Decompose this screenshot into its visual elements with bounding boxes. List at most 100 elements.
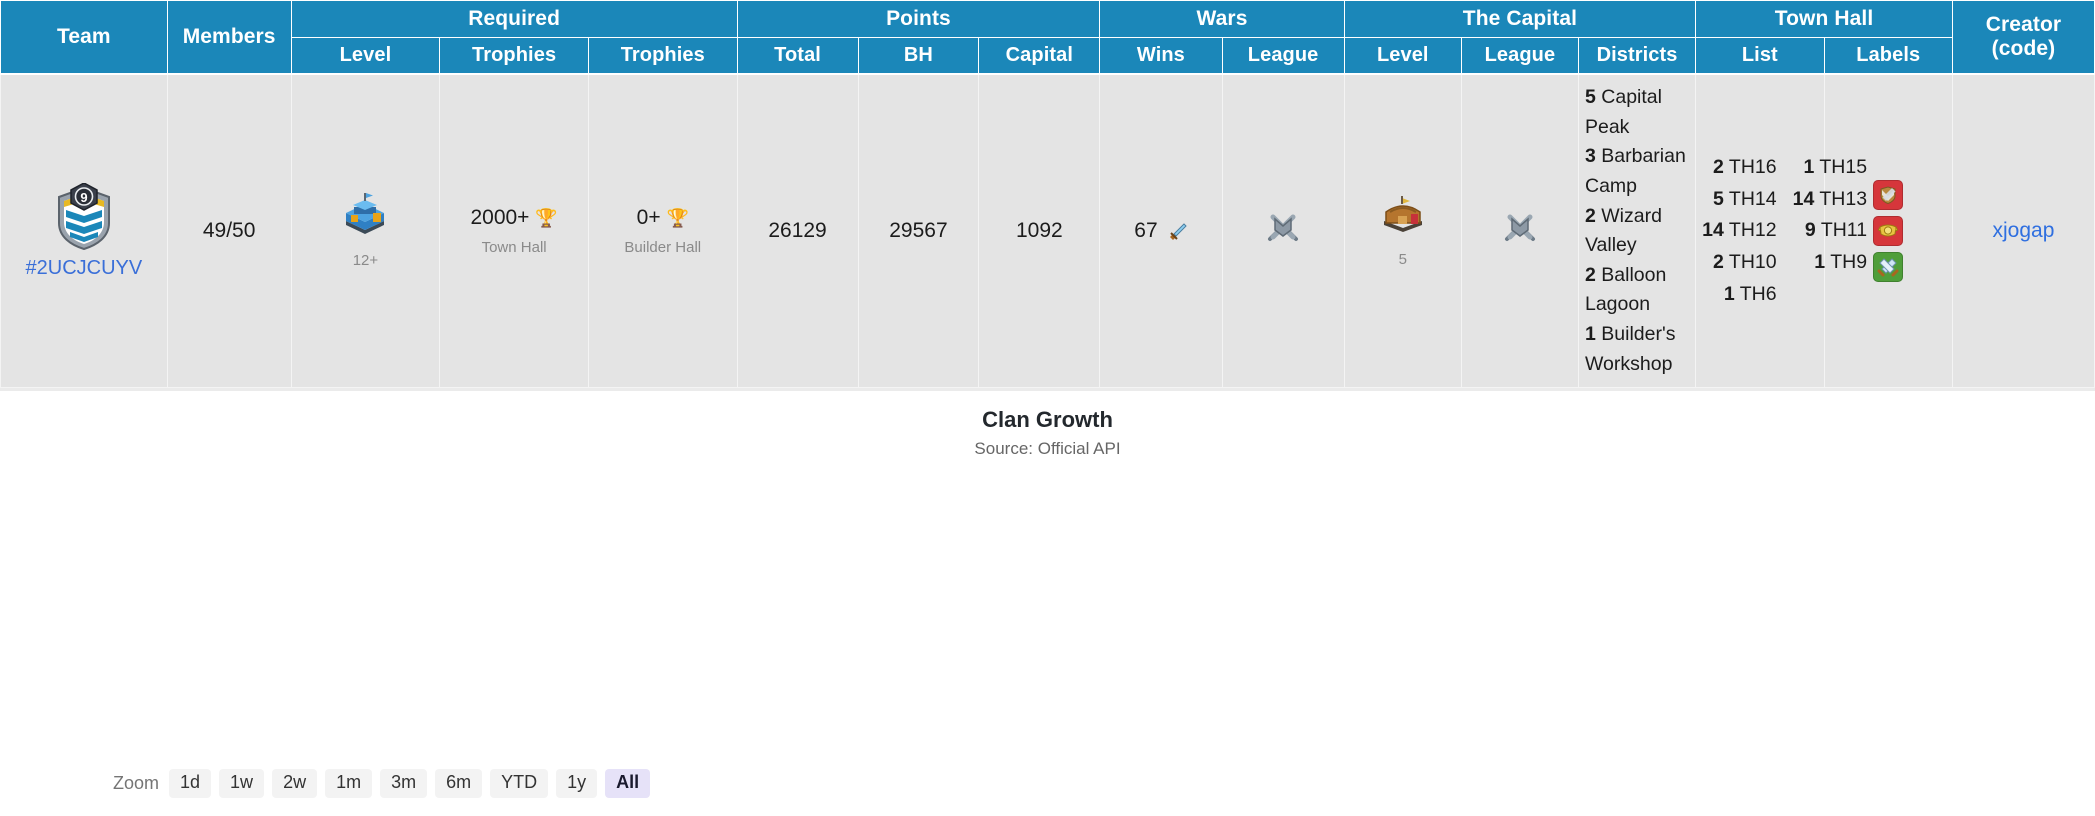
required-bh-trophies-number: 0+ (636, 205, 661, 229)
cell-points-total: 26129 (736, 73, 859, 389)
trophy-icon: 🏆 (535, 207, 558, 228)
column-header-creator[interactable]: Creator (code) (1951, 0, 2095, 75)
capital-hall-icon (1378, 192, 1428, 243)
townhall-level: TH14 (1728, 187, 1777, 210)
chart-subtitle: Source: Official API (974, 439, 1121, 459)
column-header-points-total[interactable]: Total (736, 37, 859, 75)
cell-capital-districts: 5 Capital Peak 3 Barbarian Camp 2 Wizard… (1577, 73, 1697, 389)
cell-wars-wins: 67 (1099, 73, 1223, 389)
required-trophies-number: 2000+ (470, 205, 530, 229)
page-root: Team Members Required Points Wars The Ca… (0, 0, 2095, 816)
column-header-townhall-list[interactable]: List (1695, 37, 1825, 75)
townhall-count: 2 (1712, 250, 1724, 273)
trophy-pushing-label-icon[interactable] (1873, 216, 1904, 247)
district-count: 2 (1584, 204, 1596, 227)
creator-code-link[interactable]: xjogap (1993, 219, 2055, 242)
townhall-level: TH15 (1819, 156, 1868, 179)
column-group-header-townhall: Town Hall (1695, 0, 1953, 38)
district-item: 2 Wizard Valley (1585, 202, 1689, 261)
cell-townhall-list: 2 TH16 1 TH15 5 TH14 14 TH13 14 TH12 9 T… (1695, 73, 1867, 389)
townhall-count: 1 (1814, 250, 1826, 273)
cell-required-trophies: 2000+ 🏆 Town Hall (439, 73, 589, 389)
war-league-unranked-icon (1261, 214, 1305, 255)
column-header-members[interactable]: Members (166, 0, 292, 75)
townhall-count: 9 (1804, 219, 1816, 242)
column-header-townhall-labels[interactable]: Labels (1823, 37, 1953, 75)
table-row[interactable]: 9 #2UCJCUYV 49/50 12+ 2000+ 🏆 Town Hall … (0, 73, 2095, 389)
townhall-count: 2 (1712, 156, 1724, 179)
cell-required-level: 12+ (290, 73, 441, 389)
townhall-count: 14 (1792, 187, 1815, 210)
townhall-item: 1 TH6 (1702, 280, 1777, 310)
townhall-count: 5 (1712, 187, 1724, 210)
townhall-level: TH13 (1819, 187, 1868, 210)
capital-league-unranked-icon (1498, 214, 1542, 255)
townhall-item: 14 TH13 (1793, 185, 1867, 215)
cell-wars-league (1221, 73, 1345, 389)
clan-growth-chart-panel: Clan Growth Source: Official API Zoom 1d… (0, 388, 2095, 816)
townhall-count: 1 (1803, 156, 1815, 179)
column-header-required-trophies[interactable]: Trophies (439, 37, 589, 75)
district-count: 3 (1584, 145, 1596, 168)
wars-wins-value: 67 (1134, 219, 1158, 243)
trophy-icon: 🏆 (666, 207, 689, 228)
townhall-level: TH11 (1820, 219, 1868, 242)
district-count: 2 (1584, 263, 1596, 286)
district-name: Balloon Lagoon (1584, 263, 1667, 316)
district-name: Wizard Valley (1584, 204, 1662, 257)
clan-war-league-label-icon[interactable] (1873, 252, 1904, 283)
townhall-item: 9 TH11 (1793, 216, 1867, 246)
district-item: 3 Barbarian Camp (1585, 142, 1689, 201)
townhall-level: TH12 (1728, 219, 1777, 242)
column-header-wars-league[interactable]: League (1221, 37, 1345, 75)
required-trophies-sublabel: Town Hall (481, 238, 547, 256)
townhall-item: 2 TH16 (1702, 153, 1777, 183)
column-header-points-capital[interactable]: Capital (978, 37, 1101, 75)
table-body: 9 #2UCJCUYV 49/50 12+ 2000+ 🏆 Town Hall … (0, 73, 2095, 389)
cell-capital-level: 5 (1343, 73, 1462, 389)
column-group-header-required: Required (290, 0, 738, 38)
chart-plot-area[interactable] (0, 791, 2095, 816)
cell-capital-league (1460, 73, 1579, 389)
cell-required-bh-trophies: 0+ 🏆 Builder Hall (587, 73, 738, 389)
column-header-points-bh[interactable]: BH (857, 37, 980, 75)
creator-header-line1: Creator (1985, 13, 2062, 36)
column-header-required-bh-trophies[interactable]: Trophies (587, 37, 738, 75)
capital-level-value: 5 (1398, 251, 1407, 269)
table-head: Team Members Required Points Wars The Ca… (0, 0, 2095, 75)
required-level-value: 12+ (352, 252, 379, 270)
townhall-building-icon (339, 191, 391, 244)
column-header-capital-league[interactable]: League (1460, 37, 1579, 75)
table-header-row-subs: Level Trophies Trophies Total BH Capital… (1, 37, 2095, 75)
cell-creator: xjogap (1951, 73, 2095, 389)
townhall-level: TH9 (1830, 250, 1868, 273)
column-header-required-level[interactable]: Level (290, 37, 441, 75)
column-header-capital-districts[interactable]: Districts (1577, 37, 1697, 75)
townhall-item: 1 TH9 (1793, 248, 1867, 278)
clan-badge-icon: 9 (53, 181, 115, 251)
column-header-wars-wins[interactable]: Wins (1099, 37, 1223, 75)
chart-title: Clan Growth (982, 407, 1113, 433)
townhall-item: 14 TH12 (1702, 216, 1776, 246)
creator-header-line2: (code) (1991, 37, 2056, 60)
townhall-level: TH10 (1728, 250, 1777, 273)
clan-stats-table: Team Members Required Points Wars The Ca… (0, 0, 2095, 389)
column-header-team[interactable]: Team (0, 0, 168, 75)
districts-list: 5 Capital Peak 3 Barbarian Camp 2 Wizard… (1585, 83, 1689, 379)
townhall-count: 14 (1702, 219, 1724, 242)
townhall-level: TH6 (1739, 282, 1777, 305)
district-item: 2 Balloon Lagoon (1585, 261, 1689, 320)
clan-tag-link[interactable]: #2UCJCUYV (26, 257, 143, 280)
district-count: 1 (1584, 323, 1596, 345)
cell-points-capital: 1092 (978, 73, 1101, 389)
townhall-list: 2 TH16 1 TH15 5 TH14 14 TH13 14 TH12 9 T… (1702, 153, 1867, 309)
district-item: 1 Builder's Workshop (1585, 320, 1689, 379)
townhall-item: 1 TH15 (1793, 153, 1867, 183)
required-bh-trophies-value: 0+ 🏆 (637, 205, 689, 231)
townhall-item: 2 TH10 (1702, 248, 1777, 278)
clan-badge-level-text: 9 (80, 190, 87, 205)
clan-stats-table-wrapper: Team Members Required Points Wars The Ca… (0, 0, 2095, 389)
clan-wars-label-icon[interactable] (1873, 180, 1904, 211)
column-group-header-capital: The Capital (1343, 0, 1697, 38)
column-header-capital-level[interactable]: Level (1343, 37, 1462, 75)
